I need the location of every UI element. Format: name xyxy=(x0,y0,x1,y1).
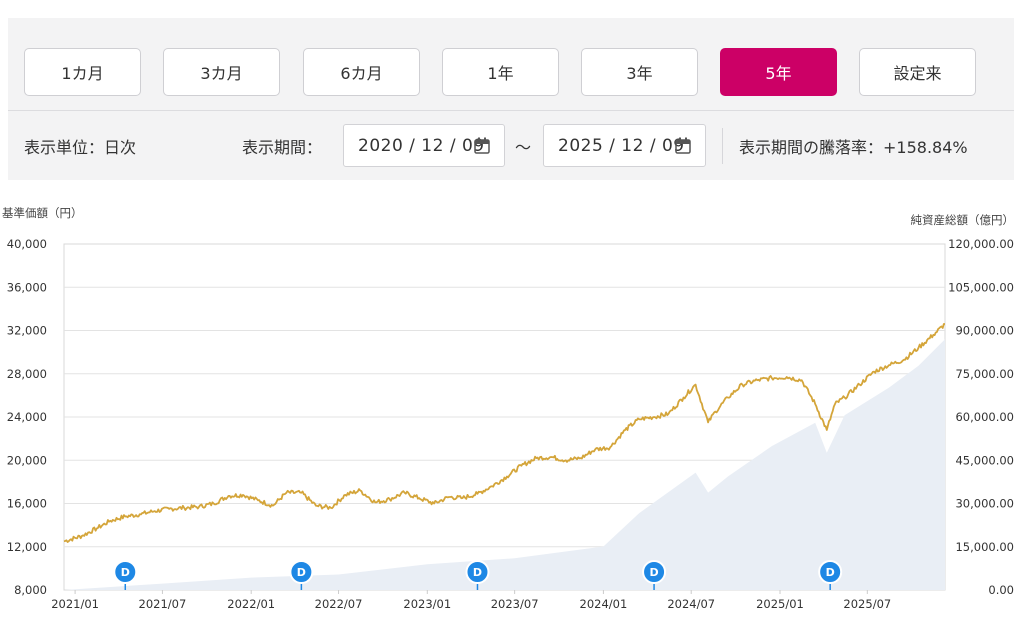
end-date-input[interactable]: 2025 / 12 / 09 xyxy=(543,124,706,167)
y-left-tick-label: 20,000 xyxy=(7,453,47,467)
start-date-input[interactable]: 2020 / 12 / 09 xyxy=(343,124,505,167)
start-date-value: 2020 / 12 / 09 xyxy=(358,135,485,156)
dividend-marker-label: D xyxy=(473,566,482,579)
y-right-tick-label: 90,000.00 xyxy=(955,324,1014,338)
x-tick-label: 2023/01 xyxy=(403,597,451,611)
x-tick-label: 2024/07 xyxy=(667,597,715,611)
control-panel: 1カ月 3カ月 6カ月 1年 3年 5年 設定来 表示単位：日次 表示期間： 2… xyxy=(8,18,1014,180)
y-left-tick-label: 36,000 xyxy=(7,280,47,294)
dividend-marker-label: D xyxy=(121,566,130,579)
y-left-tick-label: 8,000 xyxy=(14,583,47,597)
aum-area-layer xyxy=(64,339,945,590)
x-tick-label: 2021/01 xyxy=(51,597,99,611)
period-button-1m[interactable]: 1カ月 xyxy=(24,48,141,96)
change-rate-label: 表示期間の騰落率：+158.84% xyxy=(739,138,968,157)
dividend-marker-label: D xyxy=(649,566,658,579)
period-button-5y[interactable]: 5年 xyxy=(720,48,837,96)
period-label: 表示期間： xyxy=(242,138,323,157)
y-right-tick-label: 45,000.00 xyxy=(955,453,1014,467)
period-button-3y[interactable]: 3年 xyxy=(581,48,698,96)
vertical-separator xyxy=(722,128,723,164)
x-tick-label: 2025/07 xyxy=(843,597,891,611)
y-axis-right-title: 純資産総額（億円） xyxy=(911,213,1015,227)
x-tick-label: 2022/01 xyxy=(227,597,275,611)
y-left-tick-label: 16,000 xyxy=(7,497,47,511)
unit-label: 表示単位：日次 xyxy=(24,138,137,157)
x-tick-label: 2023/07 xyxy=(491,597,539,611)
y-right-tick-label: 105,000.00 xyxy=(948,280,1014,294)
y-right-tick-label: 120,000.00 xyxy=(948,237,1014,251)
y-left-tick-label: 32,000 xyxy=(7,324,47,338)
y-right-tick-label: 0.00 xyxy=(988,583,1014,597)
x-tick-label: 2025/01 xyxy=(756,597,804,611)
dividend-marker-label: D xyxy=(826,566,835,579)
y-right-tick-label: 15,000.00 xyxy=(955,540,1014,554)
price-chart: 基準価額（円） 純資産総額（億円） D D D D D 8,000 0.00 12,000 1… xyxy=(2,206,1015,611)
period-button-3m[interactable]: 3カ月 xyxy=(163,48,280,96)
y-right-tick-label: 30,000.00 xyxy=(955,497,1014,511)
period-button-since-inception[interactable]: 設定来 xyxy=(859,48,976,96)
y-right-tick-label: 60,000.00 xyxy=(955,410,1014,424)
y-left-tick-label: 28,000 xyxy=(7,367,47,381)
period-button-1y[interactable]: 1年 xyxy=(442,48,559,96)
dividend-marker-label: D xyxy=(297,566,306,579)
calendar-icon[interactable] xyxy=(474,137,490,154)
panel-divider xyxy=(8,110,1014,111)
y-right-tick-label: 75,000.00 xyxy=(955,367,1014,381)
x-tick-label: 2024/01 xyxy=(580,597,628,611)
x-tick-label: 2022/07 xyxy=(315,597,363,611)
y-axis-left-title: 基準価額（円） xyxy=(2,206,83,220)
y-left-tick-label: 24,000 xyxy=(7,410,47,424)
range-separator: ～ xyxy=(515,138,532,157)
period-button-6m[interactable]: 6カ月 xyxy=(303,48,420,96)
x-tick-label: 2021/07 xyxy=(139,597,187,611)
calendar-icon[interactable] xyxy=(675,137,691,154)
aum-area xyxy=(64,339,945,590)
y-left-tick-label: 12,000 xyxy=(7,540,47,554)
end-date-value: 2025 / 12 / 09 xyxy=(558,135,685,156)
y-left-tick-label: 40,000 xyxy=(7,237,47,251)
